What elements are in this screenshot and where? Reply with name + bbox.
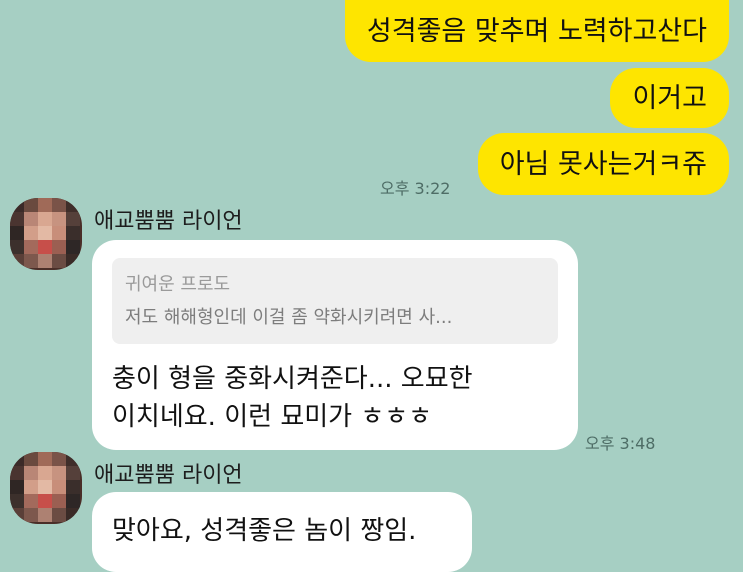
sent-message-bubble[interactable]: 아님 못사는거ㅋ쥬 — [477, 133, 729, 195]
sender-name: 애교뿜뿜 라이언 — [94, 209, 243, 234]
sent-message-text: 아님 못사는거ㅋ쥬 — [499, 148, 707, 180]
avatar[interactable] — [10, 452, 82, 524]
avatar[interactable] — [10, 198, 82, 270]
reply-quote-sender: 귀여운 프로도 — [125, 274, 231, 295]
message-text-line: 이치네요. 이런 묘미가 ㅎㅎㅎ — [112, 402, 433, 432]
sent-message-bubble[interactable]: 이거고 — [610, 68, 729, 128]
sent-message-text: 성격좋음 맞추며 노력하고산다 — [366, 15, 707, 47]
received-message-bubble[interactable]: 귀여운 프로도 저도 해해형인데 이걸 좀 약화시키려면 사... 충이 형을 … — [92, 240, 578, 450]
message-text: 맞아요, 성격좋은 놈이 짱임. — [112, 516, 417, 546]
message-timestamp: 오후 3:48 — [585, 434, 656, 453]
sent-message-bubble[interactable]: 성격좋음 맞추며 노력하고산다 — [344, 0, 729, 62]
reply-quote[interactable]: 귀여운 프로도 저도 해해형인데 이걸 좀 약화시키려면 사... — [112, 258, 558, 344]
reply-quote-text: 저도 해해형인데 이걸 좀 약화시키려면 사... — [125, 307, 453, 328]
received-message-bubble[interactable]: 맞아요, 성격좋은 놈이 짱임. — [92, 492, 472, 572]
sent-message-text: 이거고 — [632, 82, 707, 114]
message-timestamp: 오후 3:22 — [380, 179, 451, 198]
message-text-line: 충이 형을 중화시켜준다... 오묘한 — [112, 364, 473, 394]
sender-name: 애교뿜뿜 라이언 — [94, 463, 243, 488]
